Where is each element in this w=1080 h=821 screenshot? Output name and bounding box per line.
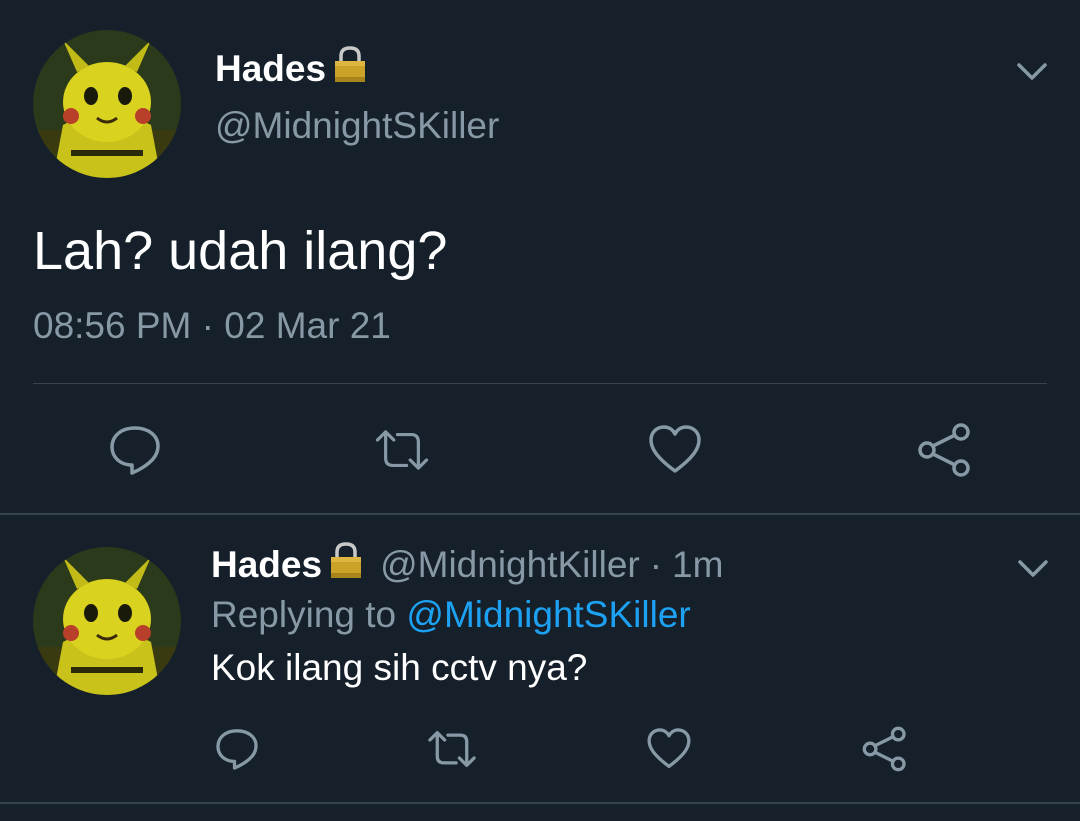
handle[interactable]: @MidnightSKiller: [215, 104, 499, 148]
avatar[interactable]: [33, 547, 181, 695]
retweet-button[interactable]: [425, 722, 479, 776]
meta-separator: ·: [649, 544, 663, 585]
share-icon: [918, 423, 970, 477]
like-button[interactable]: [642, 722, 696, 776]
retweet-button[interactable]: [372, 420, 432, 480]
reply-time[interactable]: 1m: [672, 543, 723, 587]
replying-to-link[interactable]: @MidnightSKiller: [406, 594, 690, 635]
heart-icon: [649, 425, 701, 473]
pikachu-avatar-image: [33, 30, 181, 178]
like-button[interactable]: [645, 420, 705, 480]
meta-separator: ·: [201, 305, 214, 346]
pikachu-avatar-image: [33, 547, 181, 695]
lock-icon: [330, 44, 370, 94]
comment-icon: [110, 426, 160, 475]
divider: [0, 513, 1080, 515]
tweet-thread: Hades @MidnightSKiller Lah? udah ilang? …: [0, 0, 1080, 821]
reply-button[interactable]: [210, 722, 264, 776]
share-icon: [862, 726, 906, 772]
reply-button[interactable]: [105, 420, 165, 480]
tweet-time: 08:56 PM: [33, 305, 192, 346]
replying-to: Replying to @MidnightSKiller: [211, 593, 691, 637]
handle[interactable]: @MidnightKiller: [380, 543, 640, 587]
display-name-text[interactable]: Hades: [211, 543, 322, 587]
display-name[interactable]: Hades: [215, 44, 370, 94]
avatar[interactable]: [33, 30, 181, 178]
share-button[interactable]: [915, 420, 975, 480]
divider: [33, 383, 1047, 384]
chevron-down-icon[interactable]: [1015, 56, 1049, 86]
heart-icon: [647, 728, 691, 769]
retweet-icon: [375, 430, 429, 470]
tweet-timestamp[interactable]: 08:56 PM · 02 Mar 21: [33, 304, 391, 348]
share-button[interactable]: [858, 722, 912, 776]
chevron-down-icon[interactable]: [1016, 553, 1050, 583]
replying-label: Replying to: [211, 594, 397, 635]
lock-icon: [326, 540, 366, 590]
reply-header: Hades @MidnightKiller · 1m: [211, 540, 723, 590]
tweet-text: Kok ilang sih cctv nya?: [211, 647, 588, 688]
retweet-icon: [428, 731, 476, 767]
divider: [0, 802, 1080, 804]
tweet-date: 02 Mar 21: [224, 305, 391, 346]
comment-icon: [216, 729, 258, 770]
tweet-text: Lah? udah ilang?: [33, 221, 448, 281]
display-name-text[interactable]: Hades: [215, 47, 326, 91]
